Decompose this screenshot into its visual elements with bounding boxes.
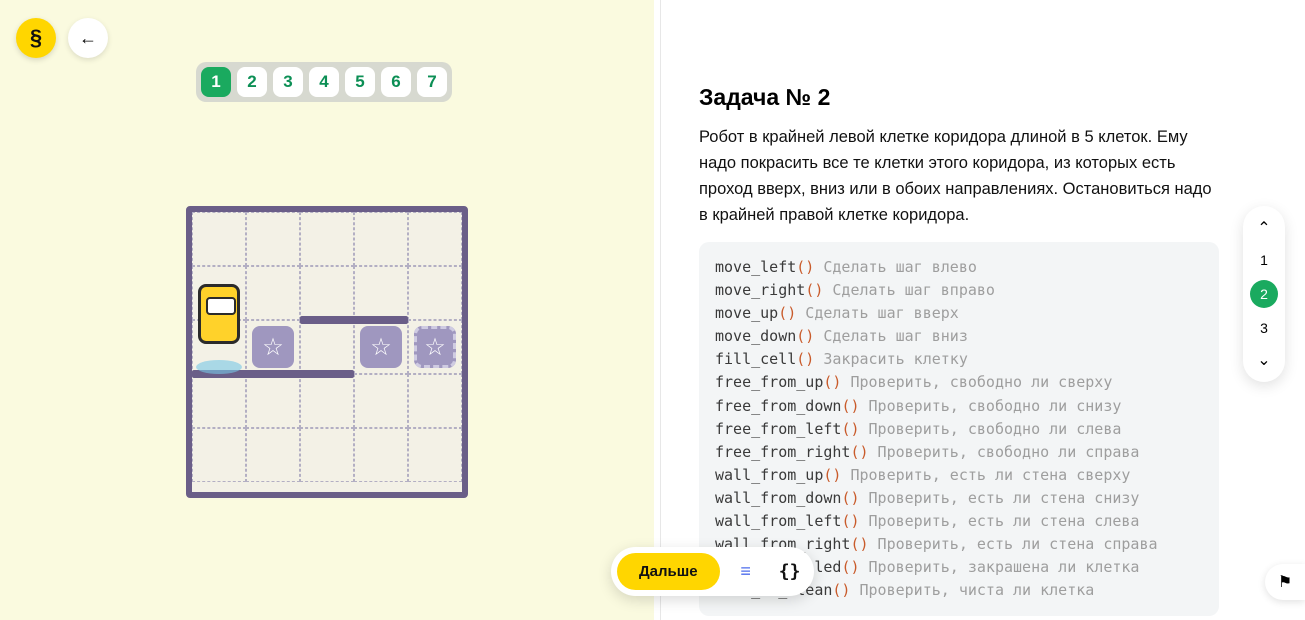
- cell: [408, 266, 462, 320]
- cell: [300, 266, 354, 320]
- game-board: ☆ ☆ ☆: [186, 206, 468, 498]
- cell: [300, 320, 354, 374]
- step-3[interactable]: 3: [273, 67, 303, 97]
- cell: [192, 374, 246, 428]
- step-4[interactable]: 4: [309, 67, 339, 97]
- api-free_from_right: free_from_right() Проверить, свободно ли…: [715, 441, 1203, 464]
- flag-button[interactable]: ⚑: [1265, 564, 1305, 600]
- bottom-controls: Дальше ≡ {}: [611, 547, 814, 596]
- api-move_up: move_up() Сделать шаг вверх: [715, 302, 1203, 325]
- api-free_from_up: free_from_up() Проверить, свободно ли св…: [715, 371, 1203, 394]
- api-move_down: move_down() Сделать шаг вниз: [715, 325, 1203, 348]
- nav-task-2[interactable]: 2: [1250, 280, 1278, 308]
- cell: [408, 428, 462, 482]
- cell: [246, 266, 300, 320]
- cell: [408, 212, 462, 266]
- cell: [192, 212, 246, 266]
- nav-task-1[interactable]: 1: [1250, 246, 1278, 274]
- game-panel: § ← 1234567 ☆ ☆ ☆: [0, 0, 654, 620]
- api-wall_from_down: wall_from_down() Проверить, есть ли стен…: [715, 487, 1203, 510]
- task-nav: ⌃ 1 2 3 ⌄: [1243, 206, 1285, 382]
- api-free_from_down: free_from_down() Проверить, свободно ли …: [715, 395, 1203, 418]
- step-5[interactable]: 5: [345, 67, 375, 97]
- cell: [246, 212, 300, 266]
- cell: [300, 428, 354, 482]
- next-button[interactable]: Дальше: [617, 553, 720, 590]
- star-tile: ☆: [360, 326, 402, 368]
- api-free_from_left: free_from_left() Проверить, свободно ли …: [715, 418, 1203, 441]
- cell: [192, 428, 246, 482]
- cell: [354, 266, 408, 320]
- cell: [300, 212, 354, 266]
- robot-shadow: [196, 360, 242, 374]
- cell: [300, 374, 354, 428]
- star-tile: ☆: [414, 326, 456, 368]
- cell: [354, 428, 408, 482]
- robot: [198, 284, 240, 344]
- step-6[interactable]: 6: [381, 67, 411, 97]
- code-mode-icon[interactable]: {}: [772, 554, 808, 590]
- task-panel: Задача № 2 Робот в крайней левой клетке …: [660, 0, 1305, 620]
- wall-segment: [300, 316, 408, 324]
- step-1[interactable]: 1: [201, 67, 231, 97]
- api-move_right: move_right() Сделать шаг вправо: [715, 279, 1203, 302]
- task-description: Робот в крайней левой клетке коридора дл…: [699, 124, 1219, 228]
- nav-down-icon[interactable]: ⌄: [1250, 346, 1278, 374]
- step-bar: 1234567: [196, 62, 452, 102]
- api-wall_from_left: wall_from_left() Проверить, есть ли стен…: [715, 510, 1203, 533]
- cell: [246, 428, 300, 482]
- logo[interactable]: §: [16, 18, 56, 58]
- step-7[interactable]: 7: [417, 67, 447, 97]
- api-wall_from_up: wall_from_up() Проверить, есть ли стена …: [715, 464, 1203, 487]
- cell: [408, 374, 462, 428]
- cell: [354, 374, 408, 428]
- cell: [354, 212, 408, 266]
- task-title: Задача № 2: [699, 84, 830, 111]
- star-tile: ☆: [252, 326, 294, 368]
- nav-up-icon[interactable]: ⌃: [1250, 214, 1278, 242]
- back-button[interactable]: ←: [68, 18, 108, 58]
- api-move_left: move_left() Сделать шаг влево: [715, 256, 1203, 279]
- step-2[interactable]: 2: [237, 67, 267, 97]
- api-fill_cell: fill_cell() Закрасить клетку: [715, 348, 1203, 371]
- text-mode-icon[interactable]: ≡: [728, 554, 764, 590]
- cell: [246, 374, 300, 428]
- nav-task-3[interactable]: 3: [1250, 314, 1278, 342]
